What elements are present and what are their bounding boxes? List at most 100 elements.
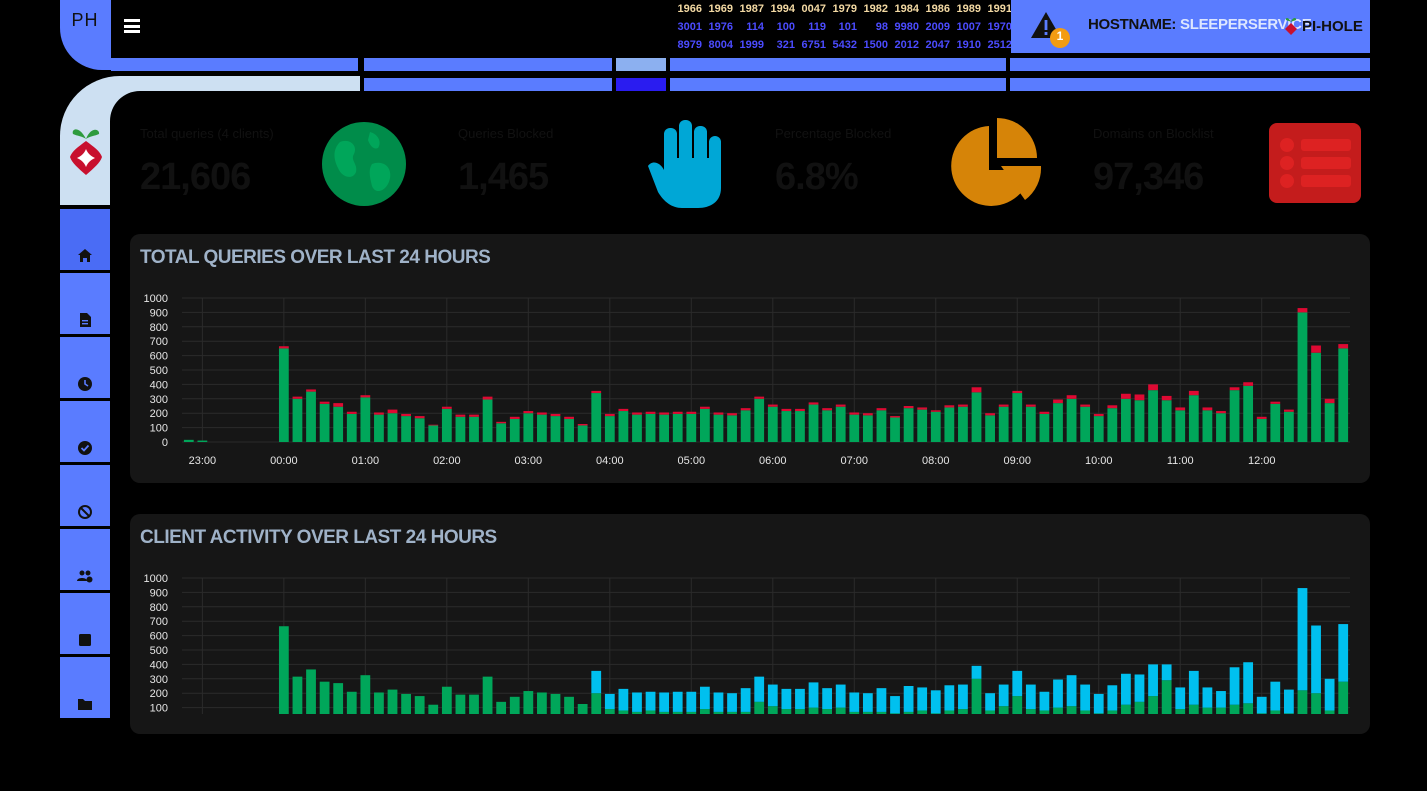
- chart-bar: [740, 688, 751, 712]
- number-cell: 1989: [956, 3, 981, 15]
- chart-bar: [930, 690, 941, 714]
- chart-bar: [1107, 710, 1118, 714]
- chart-bar: [1216, 707, 1226, 714]
- chart-bar: [496, 421, 507, 424]
- client-activity-chart[interactable]: 1002003004005006007008009001000: [130, 514, 1370, 734]
- chart-bar: [183, 439, 194, 442]
- chart-bar: [618, 411, 629, 442]
- chart-bar: [1066, 675, 1077, 707]
- chart-bar: [346, 411, 357, 414]
- chart-bar: [550, 416, 561, 442]
- chart-bar: [1216, 691, 1226, 708]
- chart-bar: [645, 413, 656, 442]
- chart-bar: [1053, 707, 1063, 714]
- folder-icon: [78, 699, 92, 710]
- sidebar-item-folder[interactable]: [60, 657, 110, 718]
- number-cell: 321: [776, 39, 795, 51]
- chart-bar: [1025, 684, 1036, 710]
- chart-bar: [1053, 679, 1063, 708]
- chart-bar: [849, 692, 860, 712]
- chart-bar: [890, 416, 900, 418]
- sidebar-item-document[interactable]: [60, 273, 110, 334]
- x-tick-label: 00:00: [270, 455, 298, 467]
- sidebar-item-home[interactable]: [60, 209, 110, 270]
- chart-bar: [1080, 684, 1091, 711]
- pihole-sidebar-logo-icon[interactable]: [68, 125, 104, 182]
- chart-bar: [1256, 418, 1267, 442]
- total-queries-chart[interactable]: 0 100 200 300 400 500 600 700 800 900 1000 23:00 00:…: [130, 234, 1370, 483]
- number-cell: 9980: [894, 21, 919, 33]
- x-tick-label: 02:00: [433, 455, 461, 467]
- chart-bar: [958, 709, 968, 714]
- logo[interactable]: PH: [60, 10, 110, 31]
- chart-bar: [469, 416, 479, 442]
- stat-total-queries[interactable]: Total queries (4 clients) 21,606: [130, 112, 418, 214]
- chart-bar: [604, 413, 615, 417]
- chart-bar: [795, 688, 805, 710]
- chart-bar: [1121, 673, 1131, 705]
- chart-bar: [645, 691, 656, 711]
- chart-bar: [333, 683, 344, 714]
- stat-domains-blocklist[interactable]: Domains on Blocklist 97,346: [1083, 112, 1370, 214]
- chart-bar: [808, 707, 819, 714]
- stat-value: 6.8%: [775, 156, 859, 198]
- chart-bar: [835, 707, 846, 714]
- chart-bar: [1270, 403, 1281, 442]
- frame-segment: [1010, 58, 1370, 71]
- chart-bar: [604, 416, 615, 442]
- hand-icon: [644, 118, 728, 214]
- sidebar-item-users-cog[interactable]: [60, 529, 110, 590]
- chart-bar: [835, 684, 846, 708]
- number-cell: 1910: [956, 39, 981, 51]
- chart-bar: [1039, 691, 1050, 711]
- chart-bar: [1134, 400, 1145, 442]
- x-tick-label: 08:00: [922, 455, 950, 467]
- sidebar-item-check-circle[interactable]: [60, 401, 110, 462]
- chart-bar: [781, 709, 792, 714]
- stat-value: 1,465: [458, 156, 549, 198]
- chart-bar: [713, 692, 724, 712]
- chart-bar: [1324, 678, 1335, 711]
- chart-bar: [618, 710, 629, 714]
- y-tick-label: 900: [150, 307, 168, 319]
- y-tick-label: 300: [150, 394, 168, 406]
- sidebar-item-clock[interactable]: [60, 337, 110, 398]
- y-tick-label: 600: [150, 351, 168, 363]
- number-cell: 98: [875, 21, 888, 33]
- chart-bar: [441, 686, 452, 714]
- stat-percentage-blocked[interactable]: Percentage Blocked 6.8%: [765, 112, 1053, 214]
- chart-bar: [1283, 713, 1294, 714]
- chart-bar: [1107, 408, 1118, 442]
- chart-bar: [1039, 710, 1050, 714]
- chart-bar: [876, 408, 887, 411]
- chart-bar: [1148, 696, 1158, 714]
- chart-bar: [1148, 664, 1158, 697]
- chart-bar: [509, 696, 520, 714]
- list-icon: [1269, 123, 1361, 208]
- chart-bar: [1324, 710, 1335, 714]
- chart-bar: [523, 411, 534, 414]
- chart-bar: [1311, 693, 1321, 714]
- chart-bar: [1053, 399, 1063, 404]
- globe-icon: [320, 120, 408, 213]
- chart-bar: [822, 709, 833, 714]
- y-tick-label: 100: [150, 423, 168, 435]
- stat-label: Domains on Blocklist: [1093, 126, 1214, 141]
- chart-bar: [550, 413, 561, 417]
- sidebar-item-ban[interactable]: [60, 465, 110, 526]
- number-column: 1991 1970 2512: [980, 0, 1012, 54]
- chart-bar: [944, 685, 955, 711]
- chart-bar: [686, 413, 697, 442]
- stat-queries-blocked[interactable]: Queries Blocked 1,465: [448, 112, 735, 214]
- chart-bar: [930, 411, 941, 442]
- number-cell: 0047: [801, 3, 826, 15]
- chart-bar: [496, 423, 507, 442]
- chart-bar: [1175, 407, 1186, 411]
- frame-segment: [364, 78, 612, 91]
- chart-bar: [1297, 690, 1308, 714]
- sidebar-item-stop[interactable]: [60, 593, 110, 654]
- chart-bar: [482, 676, 493, 714]
- hamburger-icon[interactable]: [124, 19, 140, 33]
- chart-bar: [1202, 687, 1213, 708]
- number-cell: 6751: [801, 39, 826, 51]
